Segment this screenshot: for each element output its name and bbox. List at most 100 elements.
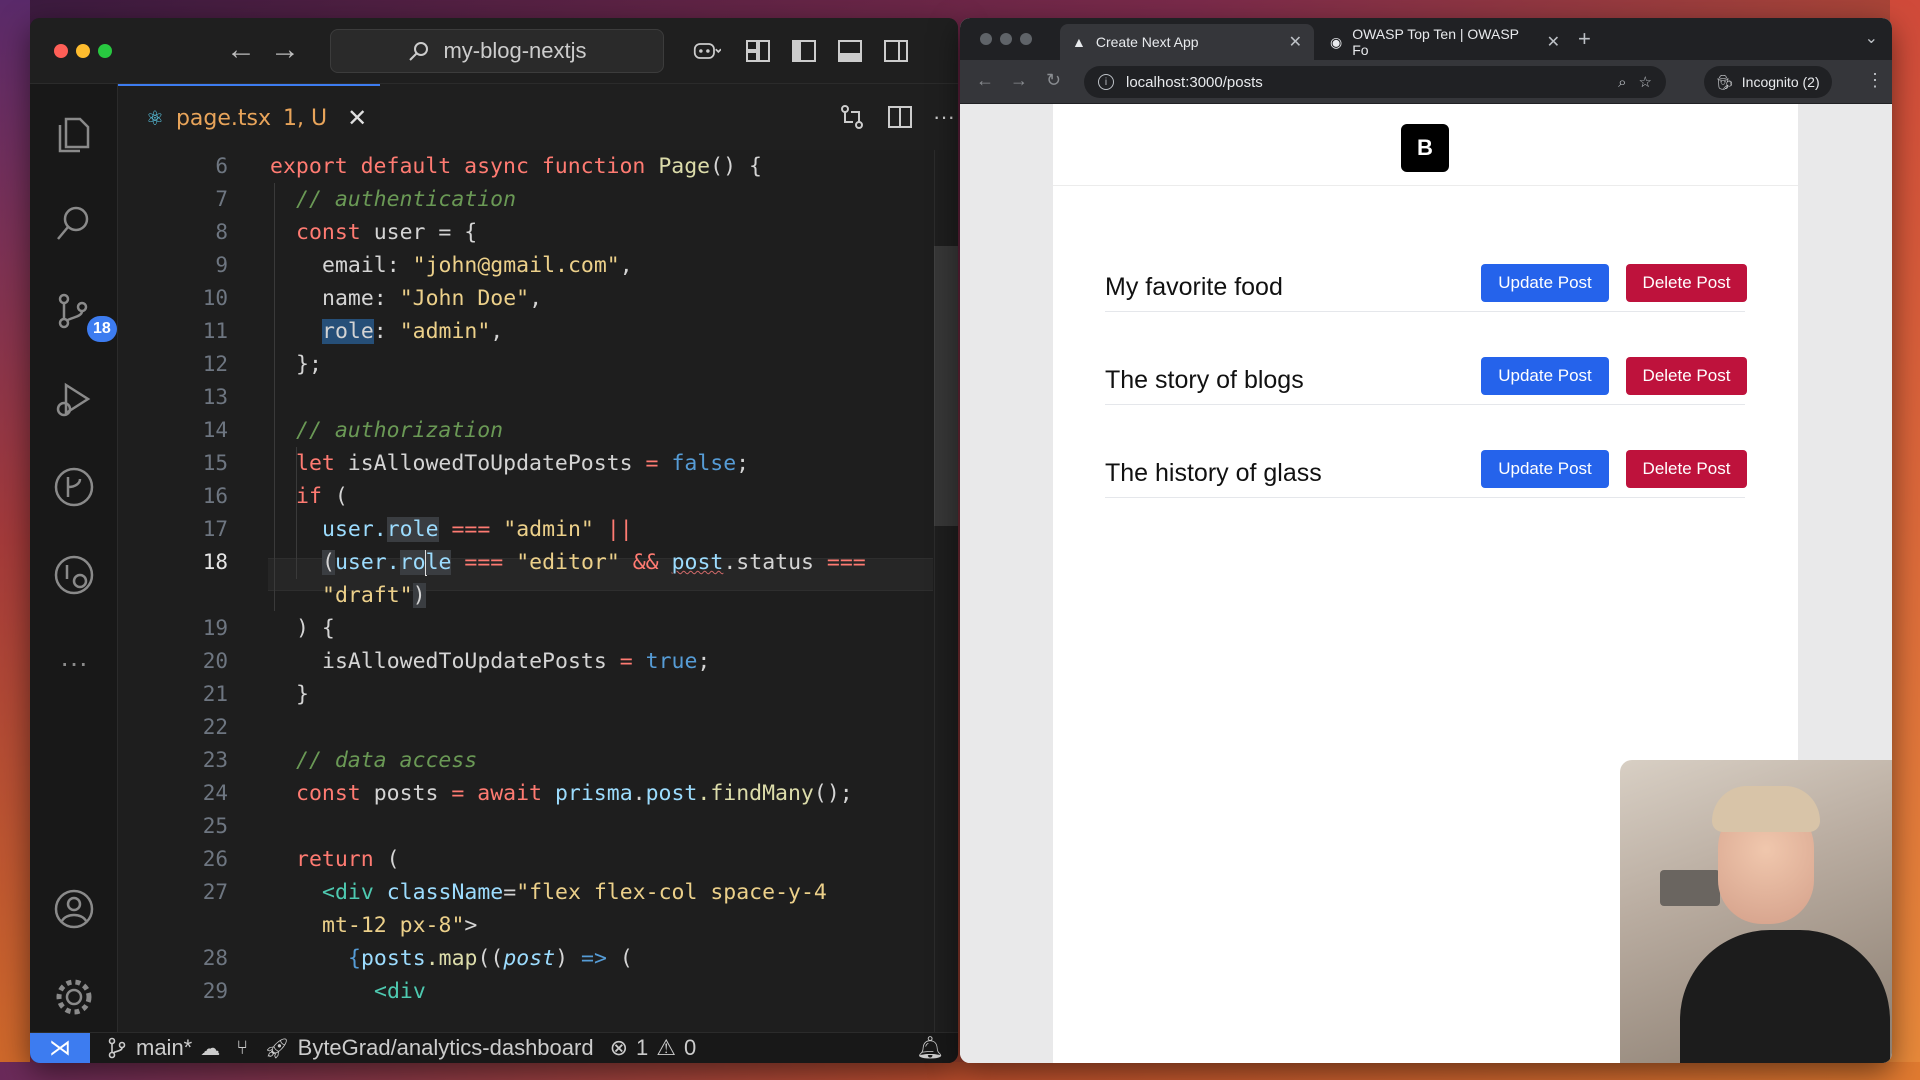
delete-post-button[interactable]: Delete Post: [1626, 450, 1747, 488]
line-number: 20: [202, 649, 228, 673]
close-window-button[interactable]: [980, 33, 992, 45]
browser-menu-icon[interactable]: ⋮: [1866, 70, 1884, 91]
incognito-indicator[interactable]: 🕵︎ Incognito (2): [1704, 66, 1832, 98]
line-number: 9: [215, 253, 228, 277]
line-number: 26: [202, 847, 228, 871]
customize-layout-icon[interactable]: [742, 36, 774, 66]
site-logo[interactable]: B: [1401, 124, 1449, 172]
rocket-icon: 🚀︎: [264, 1037, 290, 1060]
split-editor-icon[interactable]: [884, 102, 916, 132]
update-post-button[interactable]: Update Post: [1481, 450, 1609, 488]
toggle-secondary-sidebar-icon[interactable]: [880, 36, 912, 66]
code-line-28: {posts.map((post) => (: [348, 946, 633, 971]
more-views-icon[interactable]: ···: [47, 636, 101, 690]
minimize-window-button[interactable]: [76, 44, 90, 58]
close-tab-icon[interactable]: ✕: [347, 104, 367, 133]
line-number: 14: [202, 418, 228, 442]
code-line-23: // data access: [296, 748, 478, 773]
more-actions-icon[interactable]: ···: [928, 102, 958, 132]
settings-gear-icon[interactable]: [47, 970, 101, 1024]
forward-arrow-icon[interactable]: →: [1010, 70, 1028, 91]
line-number: 18: [202, 550, 228, 574]
zoom-window-button[interactable]: [1020, 33, 1032, 45]
tab-title: OWASP Top Ten | OWASP Fo: [1352, 26, 1519, 58]
branch-status[interactable]: main* ☁: [106, 1035, 220, 1061]
tab-search-chevron-icon[interactable]: ⌄: [1865, 28, 1878, 48]
code-line-29: <div: [374, 979, 426, 1004]
warning-icon: ⚠: [656, 1035, 676, 1060]
repo-name: ByteGrad/analytics-dashboard: [297, 1035, 594, 1060]
browser-window: ▲ Create Next App ✕ ◉ OWASP Top Ten | OW…: [960, 18, 1892, 1063]
minimize-window-button[interactable]: [1000, 33, 1012, 45]
code-line-17: user.role === "admin" ||: [322, 517, 633, 542]
line-number: 25: [202, 814, 228, 838]
problems-status[interactable]: ⊗ 1 ⚠ 0: [610, 1035, 697, 1061]
zoom-icon[interactable]: ⌕: [1618, 74, 1626, 91]
line-number: 15: [202, 451, 228, 475]
tab-page-tsx[interactable]: ⚛ page.tsx 1, U ✕: [118, 84, 380, 150]
post-title: The story of blogs: [1105, 366, 1304, 394]
accounts-icon[interactable]: [47, 882, 101, 936]
code-line-8: const user = {: [296, 220, 478, 245]
git-graph-icon[interactable]: [47, 460, 101, 514]
repo-status[interactable]: 🚀︎ ByteGrad/analytics-dashboard: [264, 1035, 593, 1061]
source-control-icon[interactable]: 18: [47, 284, 117, 342]
incognito-icon: 🕵︎: [1716, 73, 1734, 90]
back-arrow-icon[interactable]: ←: [976, 70, 994, 91]
update-post-button[interactable]: Update Post: [1481, 357, 1609, 395]
open-changes-icon[interactable]: [836, 102, 868, 132]
code-line-27: <div className="flex flex-col space-y-4: [322, 880, 827, 905]
tab-filename: page.tsx: [175, 105, 271, 131]
webcam-overlay: [1620, 760, 1892, 1063]
code-line-18-wrap: "draft"): [322, 583, 426, 608]
explorer-icon[interactable]: [47, 108, 101, 162]
code-line-18: (user.role === "editor" && post.status =…: [322, 550, 866, 576]
forward-arrow-icon[interactable]: →: [270, 32, 300, 68]
error-count: 1: [636, 1035, 649, 1060]
editor-scrollbar[interactable]: [934, 150, 958, 1032]
git-graph-status-icon[interactable]: ⑂: [236, 1037, 248, 1060]
copilot-icon[interactable]: [684, 36, 730, 66]
nextjs-favicon-icon: ▲: [1072, 34, 1086, 50]
line-number: 13: [202, 385, 228, 409]
close-tab-icon[interactable]: ✕: [1547, 32, 1560, 52]
address-bar[interactable]: i localhost:3000/posts ⌕ ☆: [1084, 66, 1666, 98]
site-info-icon[interactable]: i: [1098, 74, 1114, 90]
delete-post-button[interactable]: Delete Post: [1626, 264, 1747, 302]
line-number: 12: [202, 352, 228, 376]
reload-icon[interactable]: ↻: [1046, 70, 1061, 91]
close-window-button[interactable]: [54, 44, 68, 58]
toggle-panel-icon[interactable]: [834, 36, 866, 66]
remote-explorer-icon[interactable]: [47, 548, 101, 602]
toggle-primary-sidebar-icon[interactable]: [788, 36, 820, 66]
sync-cloud-icon: ☁: [200, 1037, 221, 1060]
run-debug-icon[interactable]: [47, 372, 101, 426]
desktop-wallpaper-bottom: [0, 1062, 1920, 1080]
line-number: 28: [202, 946, 228, 970]
delete-post-button[interactable]: Delete Post: [1626, 357, 1747, 395]
code-editor[interactable]: 6 7 8 9 10 11 12 13 14 15 16 17 18 19 20 21 22 23 24 25 26 27…: [118, 150, 958, 1032]
zoom-window-button[interactable]: [98, 44, 112, 58]
code-line-27-wrap: mt-12 px-8">: [322, 913, 478, 938]
search-icon[interactable]: [47, 196, 101, 250]
line-number: 23: [202, 748, 228, 772]
browser-tab[interactable]: ◉ OWASP Top Ten | OWASP Fo ✕: [1318, 24, 1572, 60]
line-number: 27: [202, 880, 228, 904]
activity-bar: 18 ···: [30, 84, 118, 1032]
scrollbar-thumb[interactable]: [934, 246, 958, 526]
remote-indicator-icon[interactable]: ⋊: [30, 1032, 90, 1063]
notifications-bell-icon[interactable]: 🔔︎: [916, 1035, 944, 1061]
browser-tab-active[interactable]: ▲ Create Next App ✕: [1060, 24, 1314, 60]
bookmark-star-icon[interactable]: ☆: [1639, 73, 1652, 91]
code-line-24: const posts = await prisma.post.findMany…: [296, 781, 853, 806]
line-number: [118, 579, 228, 612]
command-center-search[interactable]: my-blog-nextjs: [330, 29, 664, 73]
close-tab-icon[interactable]: ✕: [1289, 32, 1302, 52]
code-line-9: email: "john@gmail.com",: [322, 253, 633, 278]
new-tab-icon[interactable]: +: [1578, 26, 1591, 52]
line-number: 8: [215, 220, 228, 244]
update-post-button[interactable]: Update Post: [1481, 264, 1609, 302]
back-arrow-icon[interactable]: ←: [226, 32, 256, 68]
desktop-wallpaper-right: [1890, 0, 1920, 1080]
code-line-14: // authorization: [296, 418, 504, 443]
